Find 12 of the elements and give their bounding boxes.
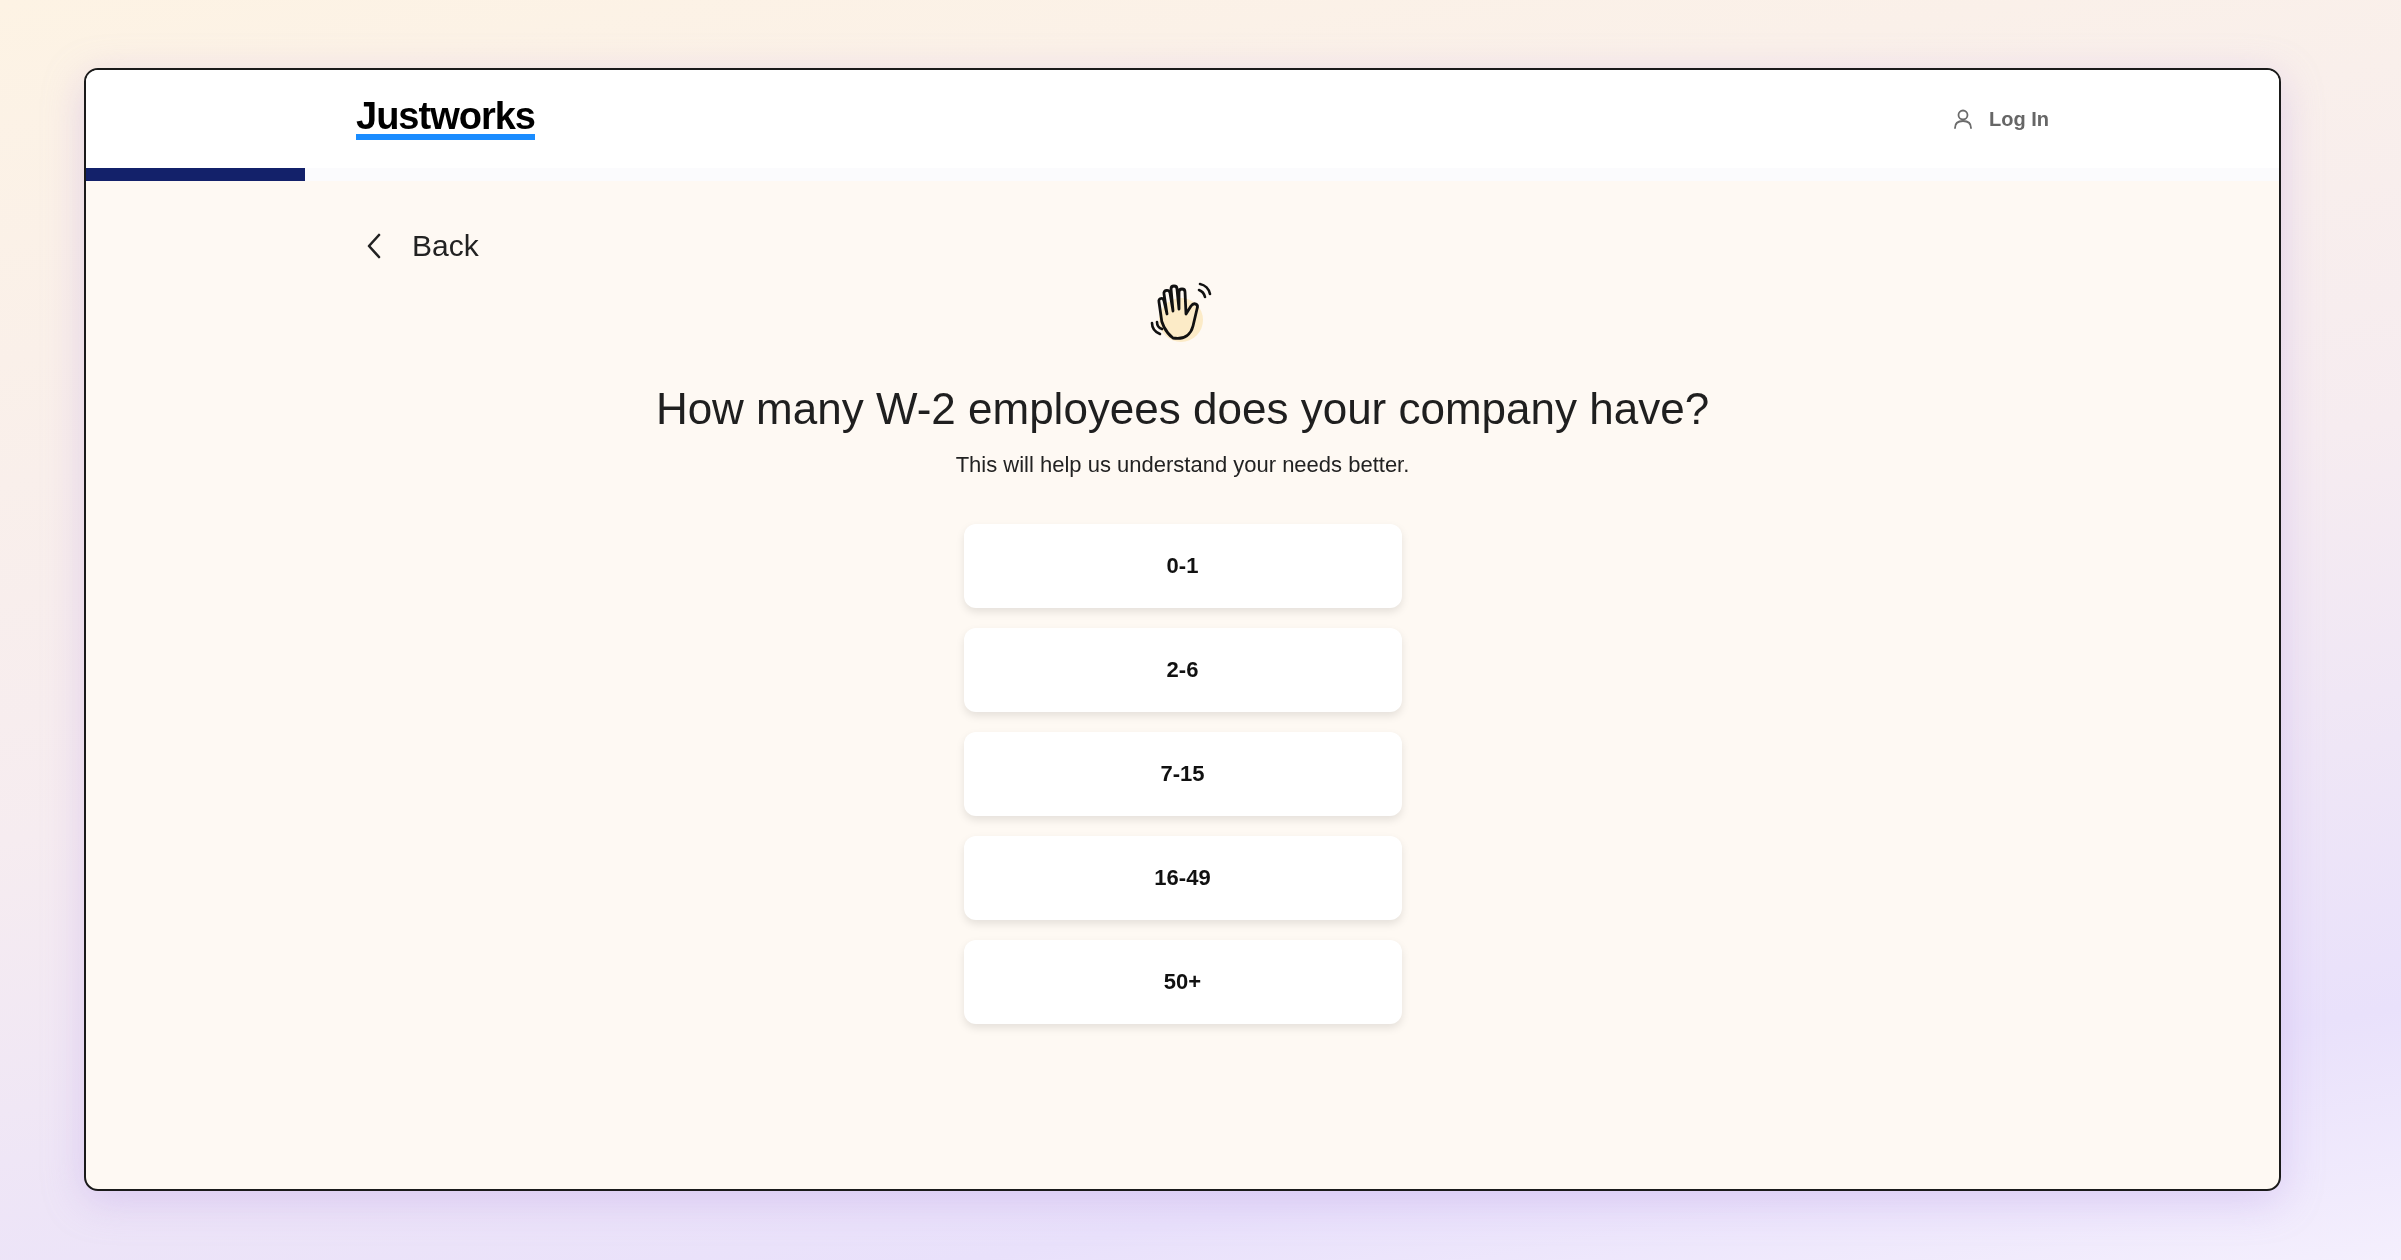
option-button[interactable]: 50+ [963,940,1402,1024]
option-button[interactable]: 2-6 [963,628,1402,712]
question-subtitle: This will help us understand your needs better. [955,452,1410,478]
user-icon [1951,107,1975,131]
back-link[interactable]: Back [366,229,479,263]
question-title: How many W-2 employees does your company have? [655,384,1710,434]
option-button[interactable]: 7-15 [963,732,1402,816]
login-link[interactable]: Log In [1951,107,2049,131]
logo[interactable]: Justworks [356,98,535,140]
option-button[interactable]: 0-1 [963,524,1402,608]
chevron-left-icon [366,232,382,260]
option-button[interactable]: 16-49 [963,836,1402,920]
